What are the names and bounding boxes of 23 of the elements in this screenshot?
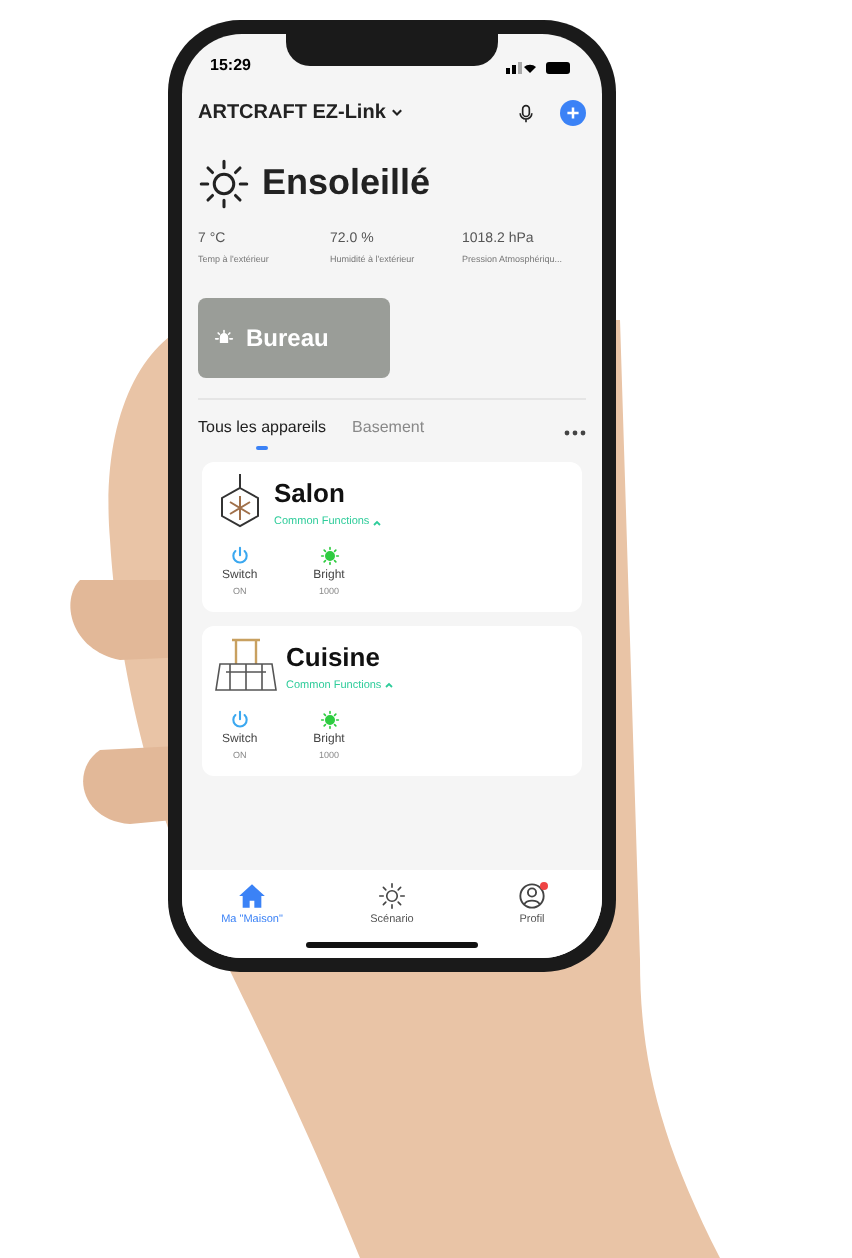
status-time: 15:29 [210, 54, 251, 78]
bulb-icon [214, 328, 234, 349]
app-title[interactable]: ARTCRAFT EZ-Link [198, 98, 386, 128]
weather-condition: Ensoleillé [262, 160, 431, 206]
bulb-icon [319, 710, 340, 730]
microphone-icon[interactable] [516, 101, 536, 125]
bulb-icon [319, 546, 340, 567]
device-name: Salon [274, 476, 347, 513]
sun-icon [378, 882, 406, 910]
power-icon [229, 710, 250, 730]
status-icons [506, 59, 574, 73]
tab[interactable]: Tous les appareils [198, 416, 327, 451]
plus-icon [566, 106, 580, 120]
profile-icon [518, 882, 546, 910]
power-icon [229, 546, 250, 567]
room-name: Bureau [246, 322, 329, 357]
sun-icon [198, 157, 250, 209]
more-icon[interactable] [564, 430, 586, 437]
kitchen-hood-drawing [214, 638, 278, 694]
device-name: Cuisine [286, 640, 382, 677]
chevron-down-icon[interactable] [389, 106, 404, 120]
add-button[interactable] [560, 100, 586, 126]
home-icon [238, 882, 266, 910]
